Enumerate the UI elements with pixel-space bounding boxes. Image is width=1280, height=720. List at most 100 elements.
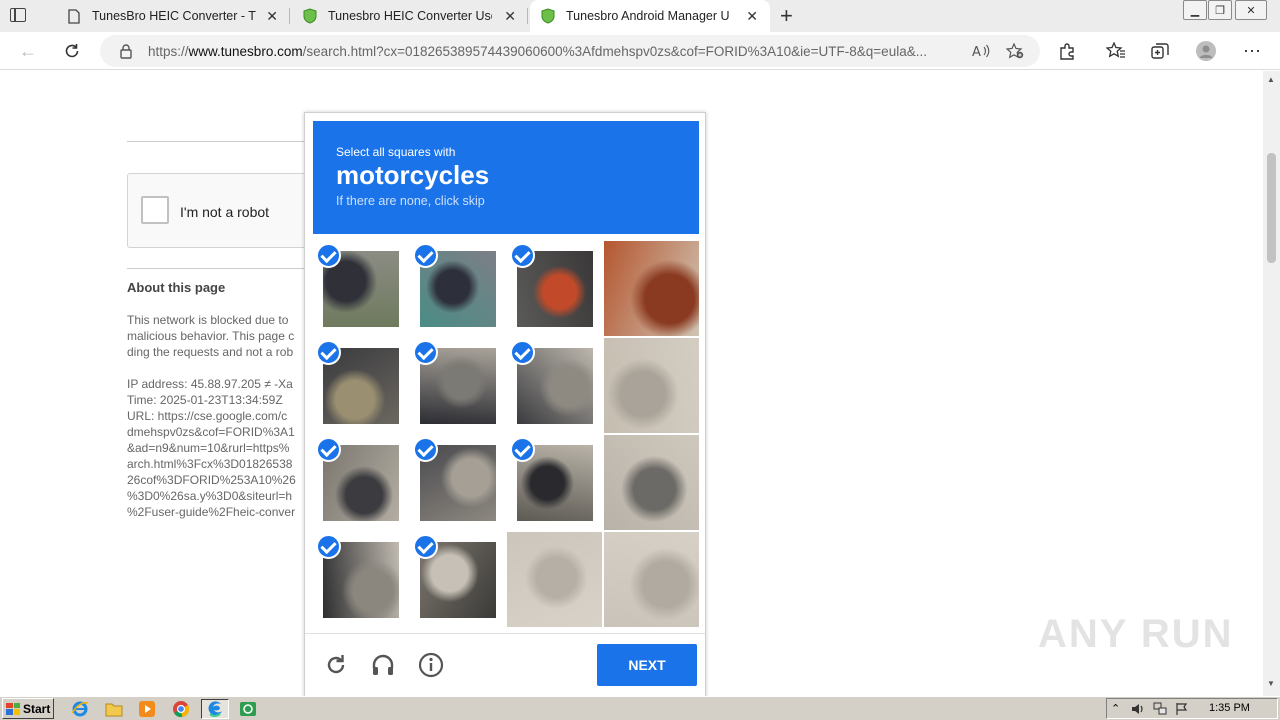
scroll-up-icon[interactable]: ▲	[1267, 75, 1275, 84]
tab-title: Tunesbro HEIC Converter User G	[328, 9, 492, 23]
document-icon	[66, 8, 82, 24]
read-aloud-icon[interactable]: A	[972, 43, 990, 59]
challenge-header: Select all squares with motorcycles If t…	[313, 121, 699, 234]
block-text-line: ding the requests and not a rob	[127, 345, 294, 359]
image-tile[interactable]	[604, 532, 699, 627]
ie-icon[interactable]	[70, 699, 90, 719]
challenge-target: motorcycles	[336, 160, 490, 190]
favorite-add-icon[interactable]	[1006, 43, 1024, 59]
image-tile[interactable]	[507, 241, 602, 336]
checkmark-icon	[316, 534, 341, 559]
close-icon[interactable]: ✕	[746, 8, 758, 24]
tab-heic-user-guide[interactable]: Tunesbro HEIC Converter User G ✕	[292, 0, 528, 32]
audio-challenge-icon[interactable]	[370, 652, 396, 678]
block-text-line: malicious behavior. This page c	[127, 329, 295, 343]
address-bar[interactable]: https://www.tunesbro.com/search.html?cx=…	[100, 35, 1040, 67]
image-tile[interactable]	[313, 241, 408, 336]
image-tile[interactable]	[604, 338, 699, 433]
favorites-icon[interactable]	[1106, 41, 1126, 61]
image-tile[interactable]	[313, 532, 408, 627]
image-tile[interactable]	[410, 435, 505, 530]
page-scrollbar[interactable]: ▲ ▼	[1263, 71, 1280, 696]
more-menu-icon[interactable]: ⋯	[1242, 41, 1262, 61]
image-tile[interactable]	[410, 338, 505, 433]
tab-strip: TunesBro HEIC Converter - The ✕ Tunesbro…	[0, 0, 1280, 32]
checkmark-icon	[316, 340, 341, 365]
info-icon[interactable]	[418, 652, 444, 678]
close-icon[interactable]: ✕	[266, 8, 278, 24]
checkmark-icon	[510, 243, 535, 268]
challenge-instruction: Select all squares with	[336, 145, 456, 159]
image-tile[interactable]	[410, 532, 505, 627]
image-tile[interactable]	[604, 241, 699, 336]
action-center-flag-icon[interactable]	[1175, 702, 1189, 716]
image-tile[interactable]	[507, 435, 602, 530]
reload-icon[interactable]	[60, 39, 84, 63]
tile-image	[604, 532, 699, 627]
window-close-icon[interactable]: ✕	[1235, 0, 1267, 20]
scroll-thumb[interactable]	[1267, 153, 1276, 263]
detail-line: IP address: 45.88.97.205 ≠ -Xa	[127, 377, 293, 391]
detail-line: %3D0%26sa.y%3D0&siteurl=h	[127, 489, 293, 503]
tab-actions-icon[interactable]	[10, 8, 26, 22]
image-tile[interactable]	[507, 338, 602, 433]
image-tile[interactable]	[313, 338, 408, 433]
scroll-down-icon[interactable]: ▼	[1267, 679, 1275, 688]
network-icon[interactable]	[1153, 702, 1167, 716]
extensions-icon[interactable]	[1057, 41, 1077, 61]
image-tile[interactable]	[507, 532, 602, 627]
image-grid	[313, 241, 699, 627]
volume-icon[interactable]	[1131, 702, 1145, 716]
profile-avatar-icon[interactable]	[1196, 41, 1216, 61]
folder-icon[interactable]	[104, 699, 124, 719]
challenge-footer: NEXT	[305, 633, 705, 701]
anyrun-watermark: ANY RUN	[1038, 612, 1234, 656]
tray-expand-icon[interactable]: ⌃	[1111, 702, 1125, 716]
detail-line: arch.html%3Fcx%3D01826538	[127, 457, 293, 471]
chrome-icon[interactable]	[171, 699, 191, 719]
edge-icon[interactable]	[201, 699, 229, 719]
collections-icon[interactable]	[1150, 41, 1170, 61]
next-button[interactable]: NEXT	[597, 644, 697, 686]
challenge-hint: If there are none, click skip	[336, 194, 485, 208]
reload-challenge-icon[interactable]	[323, 652, 349, 678]
detail-line: Time: 2025-01-23T13:34:59Z	[127, 393, 283, 407]
about-heading: About this page	[127, 280, 226, 295]
recaptcha-challenge: Select all squares with motorcycles If t…	[304, 112, 706, 702]
restore-icon[interactable]: ❐	[1208, 0, 1232, 20]
checkmark-icon	[413, 243, 438, 268]
detail-line: dmehspv0zs&cof=FORID%3A1	[127, 425, 295, 439]
start-label: Start	[23, 701, 51, 716]
url-text[interactable]: https://www.tunesbro.com/search.html?cx=…	[148, 44, 968, 59]
start-button[interactable]: Start	[2, 698, 54, 719]
image-tile[interactable]	[313, 435, 408, 530]
back-icon[interactable]: ←	[16, 39, 40, 63]
tab-android-manager[interactable]: Tunesbro Android Manager Use ✕	[530, 0, 770, 32]
close-icon[interactable]: ✕	[504, 8, 516, 24]
checkmark-icon	[510, 340, 535, 365]
browser-toolbar: ← https://www.tunesbro.com/search.html?c…	[0, 32, 1280, 70]
recaptcha-checkbox[interactable]	[141, 196, 169, 224]
divider	[127, 141, 317, 142]
svg-text:A: A	[972, 45, 981, 59]
recaptcha-widget: I'm not a robot	[127, 173, 317, 248]
tab-title: TunesBro HEIC Converter - The	[92, 9, 256, 23]
detail-line: URL: https://cse.google.com/c	[127, 409, 288, 423]
media-player-icon[interactable]	[137, 699, 157, 719]
tab-heic-converter[interactable]: TunesBro HEIC Converter - The ✕	[56, 0, 290, 32]
lock-icon[interactable]	[118, 43, 134, 59]
minimize-icon[interactable]: ▁	[1183, 0, 1207, 20]
image-tile[interactable]	[410, 241, 505, 336]
app-window-icon[interactable]	[238, 699, 258, 719]
taskbar: Start ⌃ 1:35 PM	[0, 696, 1280, 720]
image-tile[interactable]	[604, 435, 699, 530]
new-tab-icon[interactable]: +	[780, 4, 793, 28]
divider	[127, 268, 317, 269]
checkmark-icon	[510, 437, 535, 462]
recaptcha-label: I'm not a robot	[180, 204, 270, 220]
tile-image	[604, 338, 699, 433]
checkmark-icon	[413, 534, 438, 559]
tile-image	[604, 241, 699, 336]
checkmark-icon	[316, 437, 341, 462]
shield-favicon-icon	[302, 8, 318, 24]
